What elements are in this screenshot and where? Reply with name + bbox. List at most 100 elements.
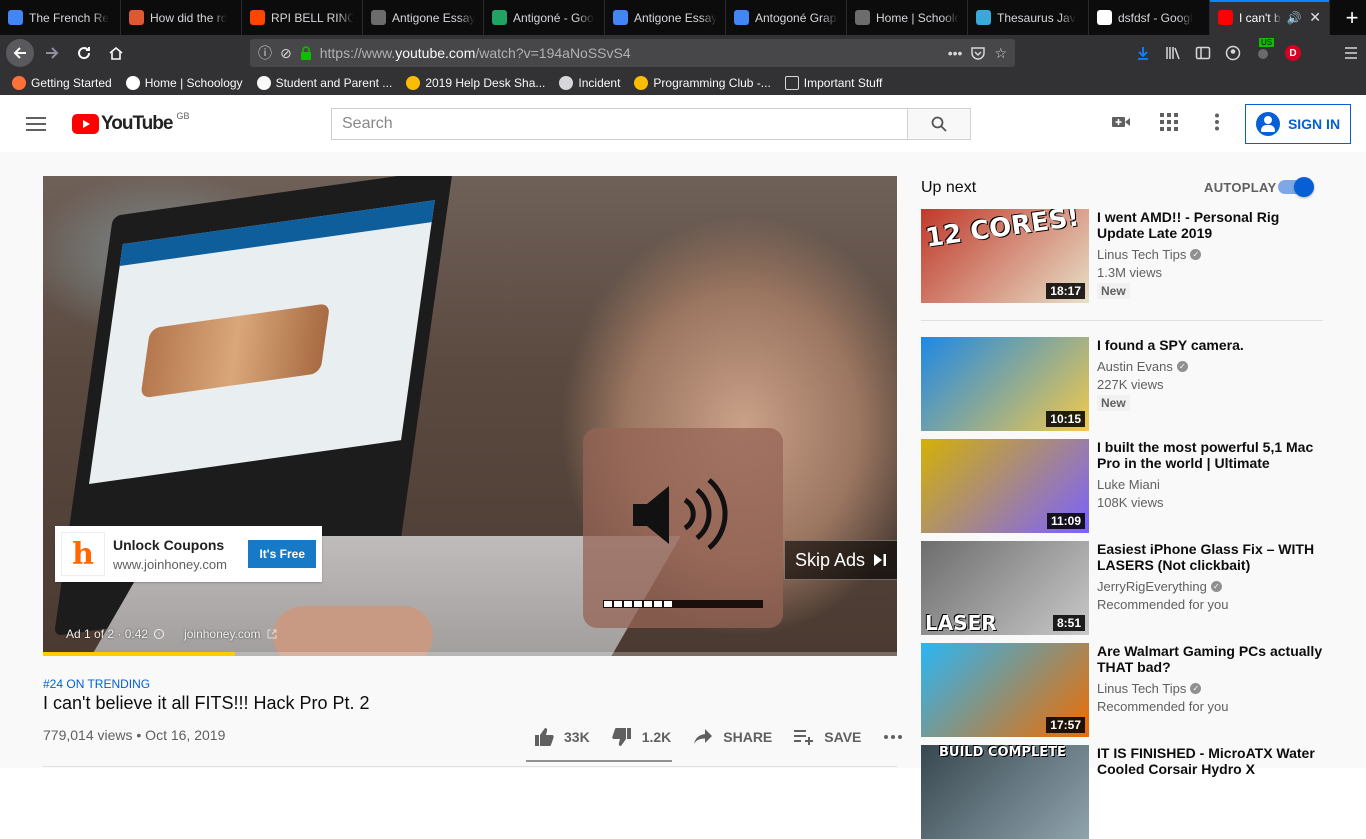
video-thumbnail[interactable]: LASER 8:51 [921, 541, 1089, 635]
browser-tab[interactable]: Antigone Essay [363, 0, 484, 35]
volume-segment [714, 601, 722, 607]
video-player[interactable]: h Unlock Coupons www.joinhoney.com It's … [43, 176, 897, 656]
bookmark-item[interactable]: Incident [559, 76, 620, 90]
recommended-title[interactable]: I went AMD!! - Personal Rig Update Late … [1097, 209, 1327, 241]
reddit-icon [250, 10, 265, 25]
url-text[interactable]: https://www.youtube.com/watch?v=194aNoSS… [320, 45, 940, 61]
menu-icon[interactable] [1343, 45, 1359, 61]
recommended-video[interactable]: 17:57 Are Walmart Gaming PCs actually THA… [921, 643, 1341, 737]
volume-segment [704, 601, 712, 607]
page-actions-icon[interactable]: ••• [948, 45, 963, 61]
trending-link[interactable]: #24 ON TRENDING [43, 677, 150, 691]
browser-tab[interactable]: The French Re [0, 0, 121, 35]
bookmark-item[interactable]: Important Stuff [784, 76, 882, 90]
video-thumbnail[interactable]: 12 CORES! 18:17 [921, 209, 1089, 303]
browser-tab[interactable]: How did the ro [121, 0, 242, 35]
ad-info-icon[interactable]: i [154, 629, 165, 639]
recommended-video[interactable]: 10:15 I found a SPY camera. Austin Evans ✓ 2… [921, 337, 1341, 431]
share-label: SHARE [723, 729, 773, 745]
account-icon[interactable] [1225, 45, 1241, 61]
address-bar[interactable]: ⓘ ⊘ https://www.youtube.com/watch?v=194a… [250, 39, 1015, 67]
profile-avatar[interactable]: D [1285, 45, 1301, 61]
browser-tab[interactable]: Home | Schoolo [847, 0, 968, 35]
recommended-video[interactable]: LASER 8:51 Easiest iPhone Glass Fix – WITH… [921, 541, 1341, 635]
back-button[interactable] [6, 39, 34, 67]
forward-button[interactable] [38, 39, 66, 67]
browser-tab[interactable]: Antogoné Grapl [726, 0, 847, 35]
vpn-extension[interactable]: US [1255, 38, 1275, 61]
video-thumbnail[interactable]: 17:57 [921, 643, 1089, 737]
guide-menu-icon[interactable] [26, 117, 46, 131]
download-icon[interactable] [1135, 45, 1151, 61]
bookmark-item[interactable]: Programming Club -... [634, 76, 771, 90]
youtube-logo[interactable]: YouTube GB [72, 111, 190, 135]
video-thumbnail[interactable]: BUILD COMPLETE [921, 745, 1089, 839]
ad-progress-bar[interactable] [43, 652, 897, 656]
browser-tab[interactable]: Antigone Essay [605, 0, 726, 35]
create-video-icon[interactable] [1110, 111, 1132, 133]
channel-name[interactable]: Luke Miani [1097, 477, 1160, 492]
save-button[interactable]: SAVE [794, 727, 861, 747]
search-input[interactable] [331, 108, 907, 140]
home-button[interactable] [102, 39, 130, 67]
volume-segment [694, 601, 702, 607]
ad-url: www.joinhoney.com [113, 556, 227, 572]
recommended-video[interactable]: 11:09 I built the most powerful 5,1 Mac P… [921, 439, 1341, 533]
channel-name[interactable]: Linus Tech Tips [1097, 247, 1186, 262]
video-thumbnail[interactable]: 10:15 [921, 337, 1089, 431]
bookmark-star-icon[interactable]: ☆ [994, 45, 1007, 62]
sign-in-label: SIGN IN [1287, 116, 1341, 132]
close-tab-icon[interactable]: ✕ [1309, 9, 1321, 26]
share-arrow-icon [693, 727, 713, 747]
reload-button[interactable] [70, 39, 98, 67]
recommended-title[interactable]: I found a SPY camera. [1097, 337, 1327, 353]
tab-title: Thesaurus Jav [997, 10, 1076, 25]
video-thumbnail[interactable]: 11:09 [921, 439, 1089, 533]
ad-domain-link[interactable]: joinhoney.com [184, 627, 261, 641]
new-tab-button[interactable]: + [1338, 0, 1366, 35]
info-icon[interactable]: ⓘ [258, 43, 272, 63]
recommended-video[interactable]: BUILD COMPLETE IT IS FINISHED - MicroATX … [921, 745, 1341, 839]
skip-ads-label: Skip Ads [794, 549, 866, 570]
bookmark-item[interactable]: 2019 Help Desk Sha... [406, 76, 545, 90]
apps-grid-icon[interactable] [1158, 111, 1180, 133]
sidebar-icon[interactable] [1195, 45, 1211, 61]
browser-tab[interactable]: RPI BELL RING [242, 0, 363, 35]
speaker-playing-icon[interactable]: 🔊 [1287, 11, 1302, 25]
skip-ads-button[interactable]: Skip Ads [784, 540, 897, 580]
dislike-button[interactable]: 1.2K [611, 727, 671, 747]
puzzle-icon [976, 10, 991, 25]
like-button[interactable]: 33K [534, 727, 590, 747]
permissions-icon[interactable]: ⊘ [280, 45, 292, 62]
channel-name[interactable]: Austin Evans [1097, 359, 1173, 374]
channel-name[interactable]: JerryRigEverything [1097, 579, 1207, 594]
autoplay-toggle[interactable] [1278, 177, 1314, 197]
recommended-title[interactable]: Easiest iPhone Glass Fix – WITH LASERS (… [1097, 541, 1327, 573]
bookmark-item[interactable]: Student and Parent ... [256, 76, 392, 90]
browser-tab[interactable]: Thesaurus Jav [968, 0, 1089, 35]
share-button[interactable]: SHARE [693, 727, 772, 747]
search-icon [931, 116, 947, 132]
more-actions-button[interactable] [883, 727, 903, 747]
browser-tab[interactable]: I can't b 🔊 ✕ [1210, 0, 1330, 35]
recommended-title[interactable]: Are Walmart Gaming PCs actually THAT bad… [1097, 643, 1327, 675]
recommended-title[interactable]: I built the most powerful 5,1 Mac Pro in… [1097, 439, 1327, 471]
search-button[interactable] [907, 108, 971, 140]
browser-tab[interactable]: Antigoné - Goo [484, 0, 605, 35]
channel-name[interactable]: Linus Tech Tips [1097, 681, 1186, 696]
pocket-icon[interactable] [970, 46, 986, 60]
info-divider [43, 766, 897, 767]
ad-overlay-card[interactable]: h Unlock Coupons www.joinhoney.com It's … [55, 526, 322, 582]
ad-cta-button[interactable]: It's Free [248, 540, 316, 568]
bookmark-item[interactable]: Home | Schoology [125, 76, 243, 90]
browser-tab[interactable]: dsfdsf - Googl [1089, 0, 1210, 35]
library-icon[interactable] [1165, 45, 1181, 61]
sign-in-button[interactable]: SIGN IN [1245, 104, 1351, 144]
recommended-title[interactable]: IT IS FINISHED - MicroATX Water Cooled C… [1097, 745, 1327, 777]
settings-more-icon[interactable] [1206, 111, 1228, 133]
region-code: GB [176, 111, 190, 121]
header-actions [1110, 111, 1228, 133]
tab-title: Antigone Essay [392, 10, 475, 25]
bookmark-item[interactable]: Getting Started [12, 76, 112, 90]
recommended-video[interactable]: 12 CORES! 18:17 I went AMD!! - Personal Ri… [921, 209, 1341, 303]
